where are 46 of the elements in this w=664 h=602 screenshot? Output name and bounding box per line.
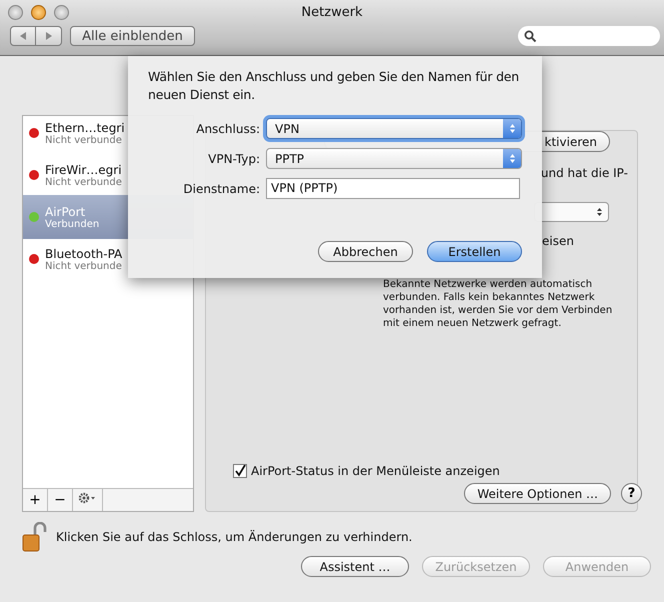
search-field[interactable] [518,26,660,46]
status-text: und hat die IP- [540,166,628,180]
show-all-button[interactable]: Alle einblenden [70,26,195,46]
forward-button[interactable] [36,26,62,46]
popup-menu[interactable]: PPTP [266,148,522,169]
field-label: Anschluss: [195,122,260,136]
popup-menu[interactable]: VPN [266,118,522,139]
service-name-field[interactable]: VPN (PPTP) [266,178,520,199]
field-label: Dienstname: [182,182,260,196]
service-item[interactable]: Bluetooth-PA Nicht verbunde [23,243,193,275]
checkbox-label: AirPort-Status in der Menüleiste anzeigen [251,464,500,478]
checkbox[interactable] [233,464,247,478]
service-status: Nicht verbunde [45,260,122,272]
lock-message: Klicken Sie auf das Schloss, um Änderungen zu verhindern. [56,530,412,544]
service-name: AirPort [45,204,86,218]
back-button[interactable] [10,26,36,46]
add-button[interactable]: + [23,489,48,511]
service-name: FireWir…egri [45,162,122,176]
service-status: Nicht verbunde [45,134,123,146]
dialog-button[interactable]: Abbrechen [318,241,413,262]
search-icon [524,30,537,42]
window-button[interactable] [31,4,46,20]
help-button[interactable]: ? [621,483,642,504]
window-button[interactable] [54,4,69,20]
stepper-icon [503,149,521,168]
service-item[interactable]: Ethern…tegri Nicht verbunde [23,117,193,149]
service-status: Nicht verbunde [45,176,122,188]
gear-icon [78,492,98,504]
dialog-button[interactable]: Erstellen [427,241,522,262]
left-triangle-icon [18,31,28,41]
window-button[interactable] [8,4,23,20]
stepper-icon [596,207,603,217]
service-name: Ethern…tegri [45,120,125,134]
footer-button[interactable]: Assistent … [301,556,409,577]
service-name: Bluetooth-PA [45,246,122,260]
service-status: Verbunden [45,218,100,230]
dialog-message: Wählen Sie den Anschluss und geben Sie den Namen für den neuen Dienst ein. [148,68,520,104]
stepper-icon [503,119,521,138]
right-triangle-icon [44,31,54,41]
remove-button[interactable]: − [48,489,73,511]
open-padlock-icon [22,522,48,552]
field-label: VPN-Typ: [207,152,260,166]
window-title: Netzwerk [300,4,364,20]
option-label: eisen [542,234,574,248]
info-text: Bekannte Netzwerke werden automatisch verbunden. Falls kein bekanntes Netzwerk vorhanden ist, werden Sie vor dem Verbinden mit einem neuen Netzwerk gefragt. [383,278,614,330]
more-options-button[interactable]: Weitere Optionen … [464,483,611,504]
